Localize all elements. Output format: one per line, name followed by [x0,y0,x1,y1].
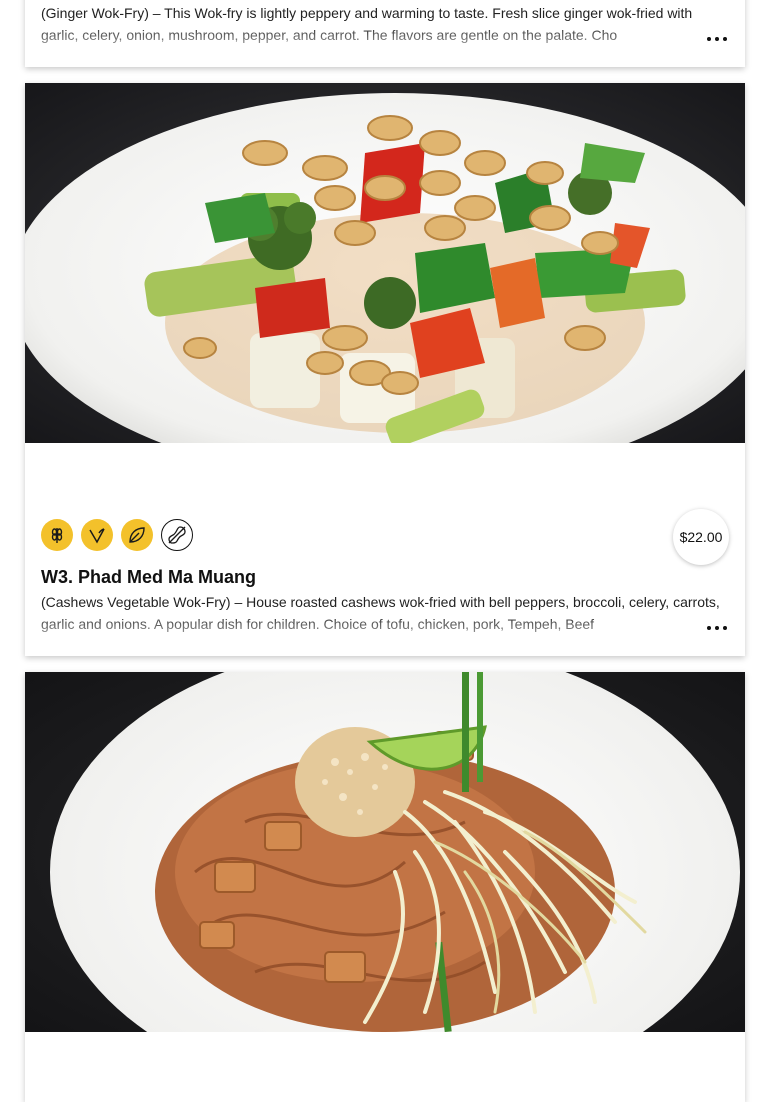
menu-item-card[interactable]: (Ginger Wok-Fry) – This Wok-fry is light… [25,0,745,67]
peanut-icon [161,519,193,551]
menu-item-card[interactable]: $22.00 W3. Phad Med Ma Muang (Cashews Ve… [25,83,745,656]
gluten-free-icon [41,519,73,551]
item-description: (Cashews Vegetable Wok-Fry) – House roas… [41,591,729,635]
price-badge: $22.00 [673,509,729,565]
more-options-icon[interactable] [707,35,727,43]
vegetarian-icon [121,519,153,551]
menu-item-card[interactable] [25,672,745,1102]
dietary-badges [41,519,193,551]
vegan-icon [81,519,113,551]
item-description: (Ginger Wok-Fry) – This Wok-fry is light… [41,2,729,46]
item-title: W3. Phad Med Ma Muang [41,567,257,587]
dish-image[interactable] [25,672,745,1032]
dish-image[interactable] [25,83,745,443]
price-text: $22.00 [679,529,723,545]
more-options-icon[interactable] [707,624,727,632]
